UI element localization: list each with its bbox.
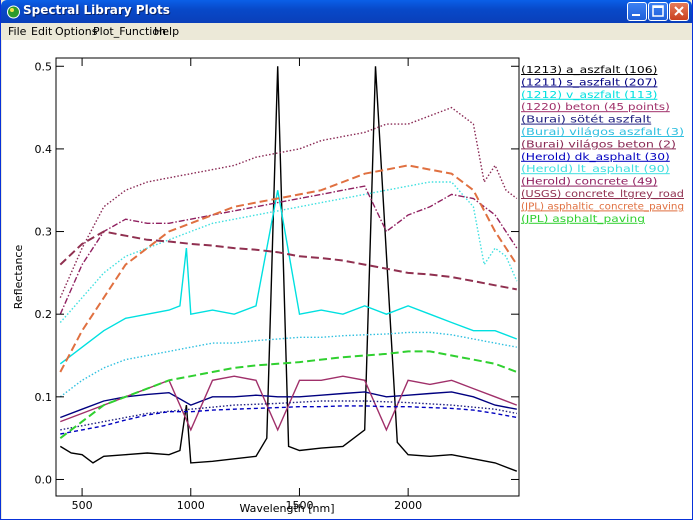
close-icon (674, 6, 684, 16)
legend-entry-8: (Herold) lt_asphalt (90) (521, 164, 670, 175)
x-tick-label: 1000 (177, 499, 205, 512)
y-tick-label: 0.2 (35, 308, 53, 321)
y-tick-label: 0.5 (35, 60, 53, 73)
x-tick-label: 2000 (394, 499, 422, 512)
title-bar[interactable]: Spectral Library Plots (1, 0, 692, 23)
legend-entry-6: (Burai) világos beton (2) (521, 138, 676, 150)
y-tick-label: 0.3 (35, 226, 53, 239)
legend-entry-10: (USGS) concrete_ltgrey_road (521, 189, 684, 200)
menu-bar: File Edit Options Plot_Function Help (2, 23, 692, 40)
plot-area[interactable]: 500 1000 1500 2000 0.0 0.1 0.2 0.3 0.4 0.5 Wavele… (2, 40, 692, 519)
legend-entry-1: (1211) s_aszfalt (207) (521, 77, 658, 88)
legend-entry-3: (1220) beton (45 points) (521, 102, 670, 113)
menu-edit[interactable]: Edit (31, 25, 52, 38)
menu-help[interactable]: Help (154, 25, 179, 38)
minimize-button[interactable] (627, 2, 647, 21)
legend-entry-11: (JPL) asphaltic_concrete_paving (521, 201, 684, 212)
app-icon (7, 5, 20, 19)
series-line-10 (59, 230, 517, 291)
menu-options[interactable]: Options (55, 25, 97, 38)
legend-entry-0: (1213) a_aszfalt (106) (521, 65, 658, 76)
series-line-6 (59, 106, 518, 298)
x-tick-label: 500 (72, 499, 93, 512)
legend-entry-5: (Burai) világos aszfalt (3) (521, 126, 684, 138)
spectral-plot: 500 1000 1500 20000.00.10.20.30.40.5 Wavele… (12, 57, 684, 515)
app-window: Spectral Library Plots File Edit Options… (0, 0, 693, 520)
minimize-icon (632, 14, 640, 16)
y-tick-label: 0.0 (35, 473, 53, 486)
series-line-5 (59, 331, 517, 398)
legend-entry-9: (Herold) concrete (49) (521, 177, 658, 188)
maximize-button[interactable] (648, 2, 668, 21)
y-axis-label: Reflectance (12, 245, 25, 310)
menu-file[interactable]: File (8, 25, 26, 38)
series-line-0 (59, 66, 518, 472)
legend-entry-7: (Herold) dk_asphalt (30) (521, 152, 670, 163)
y-tick-label: 0.1 (35, 391, 53, 404)
legend-entry-4: (Burai) sötét aszfalt (521, 114, 651, 126)
close-button[interactable] (669, 2, 689, 21)
y-tick-label: 0.4 (35, 143, 53, 156)
maximize-icon (652, 5, 664, 17)
x-axis-label: Wavelength [nm] (239, 502, 334, 515)
legend-entry-12: (JPL) asphalt_paving (521, 214, 645, 225)
legend-entry-2: (1212) v_aszfalt (113) (521, 90, 658, 101)
window-title: Spectral Library Plots (23, 3, 170, 17)
